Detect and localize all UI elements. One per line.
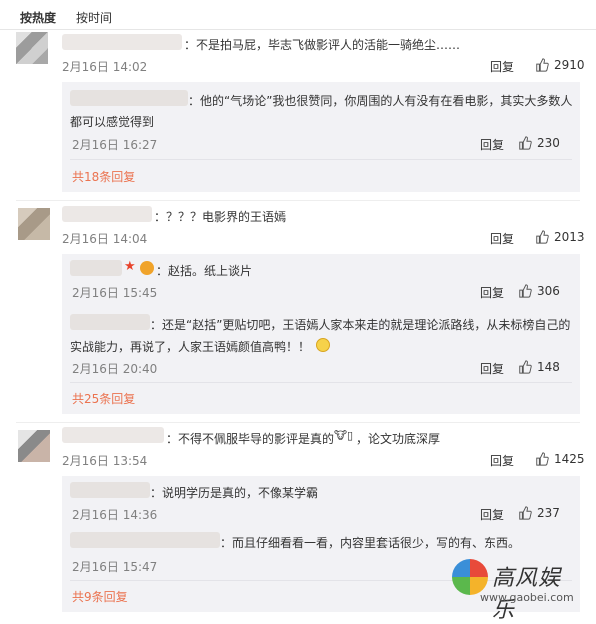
like-count: 237 (537, 506, 560, 520)
username-blurred[interactable] (62, 427, 164, 443)
avatar[interactable] (16, 32, 48, 64)
brand-logo-icon (452, 559, 488, 595)
comment-text: ：不是拍马屁，毕志飞做影评人的活能一骑绝尘…… (184, 38, 461, 52)
emoji-icons: 🐮▯ (334, 429, 354, 442)
badge-icon (140, 261, 154, 275)
thumbs-up-icon (519, 284, 532, 298)
username-blurred[interactable] (62, 34, 182, 50)
sub-reply-box: ★ ：赵括。纸上谈片 2月16日 15:45 回复 306 ：还是“赵括”更贴切… (62, 254, 580, 414)
username-blurred[interactable] (70, 314, 150, 330)
watermark-url: www.gaobei.com (480, 591, 574, 604)
like-button[interactable]: 148 (518, 360, 560, 374)
reply-button[interactable]: 回复 (480, 360, 504, 377)
divider (16, 200, 580, 201)
like-count: 306 (537, 284, 560, 298)
username-blurred[interactable] (62, 206, 152, 222)
thumbs-up-icon (536, 452, 549, 466)
like-button[interactable]: 2910 (535, 58, 585, 72)
comment-text: ：？？？电影界的王语嫣 (154, 210, 287, 224)
sort-tabs: 按热度 按时间 (0, 0, 596, 30)
more-replies-link[interactable]: 共9条回复 (72, 588, 128, 605)
like-count: 1425 (554, 452, 585, 466)
comment-date: 2月16日 13:54 (62, 454, 148, 468)
like-button[interactable]: 306 (518, 284, 560, 298)
like-button[interactable]: 1425 (535, 452, 585, 466)
reply-date: 2月16日 16:27 (72, 138, 158, 152)
reply-button[interactable]: 回复 (480, 136, 504, 153)
reply-text: ：他的“气场论”我也很赞同，你周围的人有没有在看电影，其实大多数人 (188, 94, 573, 108)
comment-text: ：不得不佩服毕导的影评是真的 (166, 432, 335, 446)
more-replies-link[interactable]: 共18条回复 (72, 168, 135, 185)
sub-reply-box: ：他的“气场论”我也很赞同，你周围的人有没有在看电影，其实大多数人 都可以感觉得… (62, 82, 580, 192)
reply-button[interactable]: 回复 (480, 506, 504, 523)
avatar[interactable] (18, 430, 50, 462)
username-blurred[interactable] (70, 90, 188, 106)
watermark-logo: 高风娱乐 www.gaobei.com (452, 557, 582, 623)
star-badge-icon: ★ (124, 259, 136, 274)
reply-text: ：而且仔细看看一看，内容里套话很少，写的有、东西。 (220, 536, 521, 550)
reply-button[interactable]: 回复 (490, 230, 514, 247)
divider (16, 422, 580, 423)
reply-text-line2: 实战能力，再说了，人家王语嫣颜值高鸭！！ (70, 340, 311, 354)
laughing-emoji-icon (316, 338, 330, 352)
like-button[interactable]: 2013 (535, 230, 585, 244)
tab-sort-by-time[interactable]: 按时间 (76, 9, 112, 26)
tab-sort-by-hot[interactable]: 按热度 (20, 9, 56, 26)
thumbs-up-icon (519, 360, 532, 374)
reply-button[interactable]: 回复 (490, 58, 514, 75)
username-blurred[interactable] (70, 260, 122, 276)
reply-button[interactable]: 回复 (490, 452, 514, 469)
reply-date: 2月16日 15:45 (72, 286, 158, 300)
reply-text: ：说明学历是真的，不像某学霸 (150, 486, 319, 500)
comment-date: 2月16日 14:04 (62, 232, 148, 246)
like-button[interactable]: 237 (518, 506, 560, 520)
thumbs-up-icon (536, 58, 549, 72)
avatar[interactable] (18, 208, 50, 240)
divider (70, 159, 572, 160)
username-blurred[interactable] (70, 482, 150, 498)
comment-text-tail: ，论文功底深厚 (356, 432, 441, 446)
thumbs-up-icon (536, 230, 549, 244)
reply-text: ：赵括。纸上谈片 (156, 264, 253, 278)
reply-date: 2月16日 15:47 (72, 560, 158, 574)
reply-date: 2月16日 20:40 (72, 362, 158, 376)
thumbs-up-icon (519, 136, 532, 150)
more-replies-link[interactable]: 共25条回复 (72, 390, 135, 407)
like-count: 148 (537, 360, 560, 374)
like-count: 2910 (554, 58, 585, 72)
reply-date: 2月16日 14:36 (72, 508, 158, 522)
reply-button[interactable]: 回复 (480, 284, 504, 301)
like-button[interactable]: 230 (518, 136, 560, 150)
reply-text: ：还是“赵括”更贴切吧，王语嫣人家本来走的就是理论派路线，从未标榜自己的 (150, 318, 571, 332)
like-count: 230 (537, 136, 560, 150)
username-blurred[interactable] (70, 532, 220, 548)
thumbs-up-icon (519, 506, 532, 520)
like-count: 2013 (554, 230, 585, 244)
comment-date: 2月16日 14:02 (62, 60, 148, 74)
reply-text-line2: 都可以感觉得到 (70, 115, 155, 129)
divider (70, 382, 572, 383)
